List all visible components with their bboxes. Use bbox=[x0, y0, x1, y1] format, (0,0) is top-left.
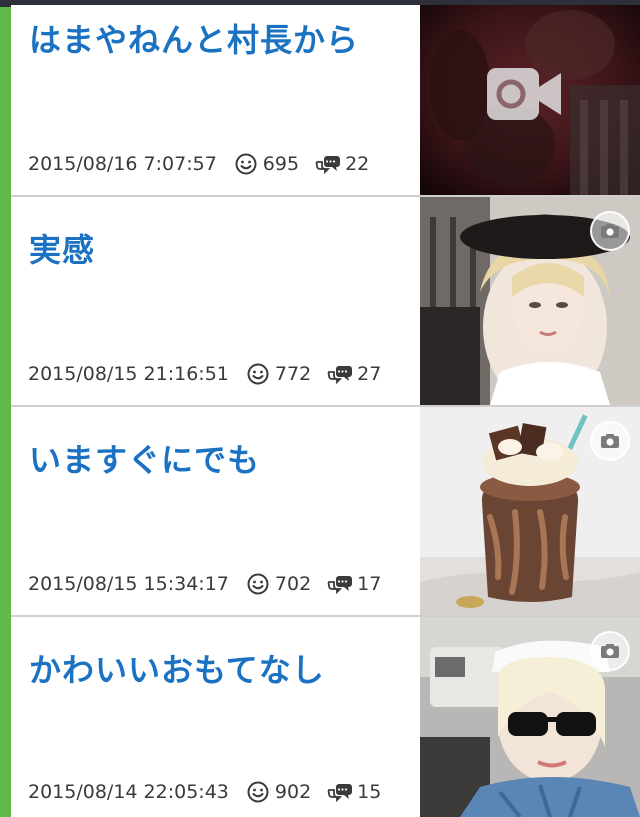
like-count: 902 bbox=[274, 781, 312, 803]
like-count: 702 bbox=[274, 573, 312, 595]
camera-icon bbox=[590, 631, 630, 671]
screen: はまやねんと村長から 2015/08/16 7:07:57 695 22 実感 … bbox=[0, 0, 640, 817]
post-title[interactable]: かわいいおもてなし bbox=[29, 645, 325, 691]
like-count: 695 bbox=[262, 153, 300, 175]
post-item[interactable]: かわいいおもてなし 2015/08/14 22:05:43 902 15 bbox=[11, 617, 640, 817]
smiley-icon bbox=[247, 363, 269, 385]
comment-icon bbox=[327, 364, 353, 384]
like-count: 772 bbox=[274, 363, 312, 385]
comment-icon bbox=[327, 782, 353, 802]
post-date: 2015/08/15 15:34:17 bbox=[28, 573, 229, 595]
post-thumbnail[interactable] bbox=[420, 407, 640, 615]
post-thumbnail[interactable] bbox=[420, 197, 640, 405]
camera-icon bbox=[590, 421, 630, 461]
post-meta: 2015/08/15 15:34:17 702 17 bbox=[28, 571, 381, 597]
post-thumbnail[interactable] bbox=[420, 5, 640, 195]
post-meta: 2015/08/16 7:07:57 695 22 bbox=[28, 151, 369, 177]
post-date: 2015/08/14 22:05:43 bbox=[28, 781, 229, 803]
comment-count: 17 bbox=[357, 573, 382, 595]
comment-count: 15 bbox=[357, 781, 382, 803]
post-item[interactable]: いますぐにでも 2015/08/15 15:34:17 702 17 bbox=[11, 407, 640, 617]
camera-icon bbox=[590, 211, 630, 251]
post-item[interactable]: 実感 2015/08/15 21:16:51 772 27 bbox=[11, 197, 640, 407]
post-meta: 2015/08/15 21:16:51 772 27 bbox=[28, 361, 381, 387]
smiley-icon bbox=[247, 573, 269, 595]
post-list: はまやねんと村長から 2015/08/16 7:07:57 695 22 実感 … bbox=[11, 5, 640, 817]
comment-icon bbox=[327, 574, 353, 594]
post-title[interactable]: 実感 bbox=[29, 225, 95, 271]
post-thumbnail[interactable] bbox=[420, 617, 640, 817]
comment-count: 22 bbox=[345, 153, 370, 175]
post-date: 2015/08/16 7:07:57 bbox=[28, 153, 217, 175]
smiley-icon bbox=[247, 781, 269, 803]
post-title[interactable]: いますぐにでも bbox=[29, 435, 260, 481]
comment-count: 27 bbox=[357, 363, 382, 385]
video-icon bbox=[486, 67, 562, 125]
post-title[interactable]: はまやねんと村長から bbox=[29, 15, 359, 61]
comment-icon bbox=[315, 154, 341, 174]
smiley-icon bbox=[235, 153, 257, 175]
post-item[interactable]: はまやねんと村長から 2015/08/16 7:07:57 695 22 bbox=[11, 5, 640, 197]
post-meta: 2015/08/14 22:05:43 902 15 bbox=[28, 779, 381, 805]
post-date: 2015/08/15 21:16:51 bbox=[28, 363, 229, 385]
